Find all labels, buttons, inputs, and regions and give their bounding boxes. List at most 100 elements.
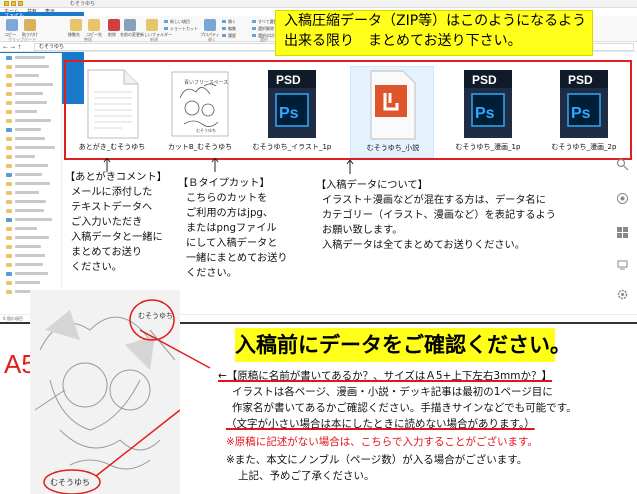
gear-icon[interactable]: [616, 288, 629, 301]
nav-item[interactable]: [0, 89, 61, 98]
file-name: むそうゆち_漫画_1p: [455, 143, 521, 151]
check-line-1: ←【原稿に名前が書いてあるか？、サイズはＡ5+上下左右3mmか？】: [218, 368, 552, 384]
nav-item[interactable]: [0, 125, 61, 134]
note-data: 【入稿データについて】 イラスト＋漫画などが混在する方は、データ名に カテゴリー…: [316, 178, 556, 253]
check-line-6: 上記、予めご了承ください。: [238, 470, 375, 482]
select-none-button[interactable]: 選択解除: [252, 26, 274, 31]
search-icon[interactable]: [616, 158, 629, 171]
nav-item[interactable]: [0, 278, 61, 287]
nav-item[interactable]: [0, 224, 61, 233]
nav-item[interactable]: [0, 188, 61, 197]
nav-item[interactable]: [0, 134, 61, 143]
nav-item[interactable]: [0, 107, 61, 116]
note-line: まとめてお送り: [71, 247, 143, 258]
check-heading: 入稿前にデータをご確認ください。: [235, 328, 571, 362]
psd-label: PSD: [276, 73, 301, 87]
check-line-2: イラストは各ページ、漫画・小説・デッキ記事は最初の1ページ目に: [232, 386, 553, 398]
paste-icon[interactable]: [24, 19, 36, 31]
rename-icon[interactable]: [124, 19, 136, 31]
nav-item[interactable]: [0, 98, 61, 107]
file-item-afterword[interactable]: あとがき_むそうゆち: [70, 66, 154, 158]
new-folder-icon[interactable]: [146, 19, 158, 31]
nav-item[interactable]: [0, 269, 61, 278]
nav-item[interactable]: [0, 71, 61, 80]
text-file-icon: [87, 69, 139, 139]
move-to-label[interactable]: 移動先: [68, 32, 80, 38]
note-line: こちらのカットを: [186, 193, 268, 204]
nav-item[interactable]: [0, 143, 61, 152]
delete-icon[interactable]: [108, 19, 120, 31]
rename-label[interactable]: 名前の変更: [120, 32, 140, 38]
check-heading-text: 入稿前にデータをご確認ください。: [235, 333, 571, 357]
shortcut-button[interactable]: ショートカット: [164, 26, 198, 31]
title-bar: むそうゆち: [0, 0, 637, 8]
select-all-button[interactable]: すべて選択: [252, 19, 278, 24]
nav-item[interactable]: [0, 53, 61, 62]
copy-to-icon[interactable]: [88, 19, 100, 31]
check-line-3: 作家名が書いてあるかご確認ください。手描きサインなどでも可能です。: [232, 402, 577, 414]
note-line: ください。: [186, 268, 237, 279]
note-line: テキストデータへ: [71, 202, 153, 213]
nav-item[interactable]: [0, 80, 61, 89]
history-button[interactable]: 履歴: [222, 33, 236, 38]
note-line: 入稿データと一緒に: [71, 232, 163, 243]
file-item-cut-b[interactable]: 青いフリースペース むそうゆち カットB_むそうゆち: [158, 66, 242, 158]
file-item-manga-2p[interactable]: PSD Ps むそうゆち_漫画_2p: [542, 66, 626, 158]
nav-item[interactable]: [0, 170, 61, 179]
illustration-caption: むそうゆち: [50, 478, 90, 487]
note-line: 【Ｂタイプカット】: [178, 178, 270, 189]
nav-item[interactable]: [0, 152, 61, 161]
psd-file-icon: PSD Ps: [560, 70, 608, 138]
file-name: カットB_むそうゆち: [167, 143, 233, 151]
note-line: 【あとがきコメント】: [65, 172, 167, 183]
check-line-1-text: ←【原稿に名前が書いてあるか？、サイズはＡ5+上下左右3mmか？】: [218, 370, 552, 382]
nav-item[interactable]: [0, 116, 61, 125]
delete-label[interactable]: 削除: [108, 32, 116, 38]
ps-logo: Ps: [475, 105, 495, 122]
title-note-line-1: 入稿圧縮データ（ZIP等）はこのようになるよう: [284, 13, 587, 29]
file-item-illust-1p[interactable]: PSD Ps むそうゆち_イラスト_1p: [250, 66, 334, 158]
nav-item[interactable]: [0, 251, 61, 260]
sketch-image-icon: 青いフリースペース むそうゆち: [171, 71, 229, 137]
file-item-manga-1p[interactable]: PSD Ps むそうゆち_漫画_1p: [446, 66, 530, 158]
note-line: ご利用の方はjpg、: [186, 208, 274, 219]
file-name: むそうゆち_小説: [366, 144, 420, 152]
nav-item[interactable]: [0, 197, 61, 206]
check-line-red: ※原稿に記述がない場合は、こちらで入力することがございます。: [226, 436, 538, 448]
note-line: 一緒にまとめてお送り: [186, 253, 288, 264]
note-line: ください。: [71, 262, 122, 273]
note-line: ご入力いただき: [71, 217, 143, 228]
file-name: あとがき_むそうゆち: [78, 143, 146, 151]
move-icon[interactable]: [70, 19, 82, 31]
note-line: イラスト＋漫画などが混在する方は、データ名に: [322, 195, 546, 206]
title-note: 入稿圧縮データ（ZIP等）はこのようになるよう 出来る限り まとめてお送り下さい…: [275, 10, 593, 56]
nav-item[interactable]: [0, 242, 61, 251]
psd-label: PSD: [568, 73, 593, 87]
nav-item[interactable]: [0, 233, 61, 242]
start-icon[interactable]: [616, 226, 629, 239]
nav-back-forward-icon[interactable]: ←→↑: [3, 44, 24, 51]
note-cut: 【Ｂタイプカット】 こちらのカットを ご利用の方はjpg、 またはpngファイル…: [178, 176, 288, 281]
file-item-novel[interactable]: むそうゆち_小説: [350, 66, 434, 158]
nav-item[interactable]: [0, 62, 61, 71]
devices-icon[interactable]: [616, 258, 629, 271]
nav-item[interactable]: [0, 179, 61, 188]
properties-icon[interactable]: [204, 19, 216, 31]
open-button[interactable]: 開く: [222, 19, 236, 24]
note-line: メールに添付した: [71, 187, 153, 198]
nav-item[interactable]: [0, 215, 61, 224]
sketch-caption: 青いフリースペース: [184, 79, 228, 86]
nav-item[interactable]: [0, 260, 61, 269]
note-afterword: 【あとがきコメント】 メールに添付した テキストデータへ ご入力いただき 入稿デ…: [65, 170, 167, 275]
psd-label: PSD: [472, 73, 497, 87]
quick-access-toolbar[interactable]: [4, 1, 44, 7]
copy-icon[interactable]: [6, 19, 18, 31]
nav-item[interactable]: [0, 206, 61, 215]
size-label-a5: A5: [4, 349, 30, 379]
edit-button[interactable]: 編集: [222, 26, 236, 31]
window-title: むそうゆち: [70, 1, 96, 7]
document-app-icon: [370, 70, 416, 140]
share-icon[interactable]: [616, 192, 629, 205]
nav-item[interactable]: [0, 161, 61, 170]
new-item-button[interactable]: 新しい項目: [164, 19, 190, 24]
